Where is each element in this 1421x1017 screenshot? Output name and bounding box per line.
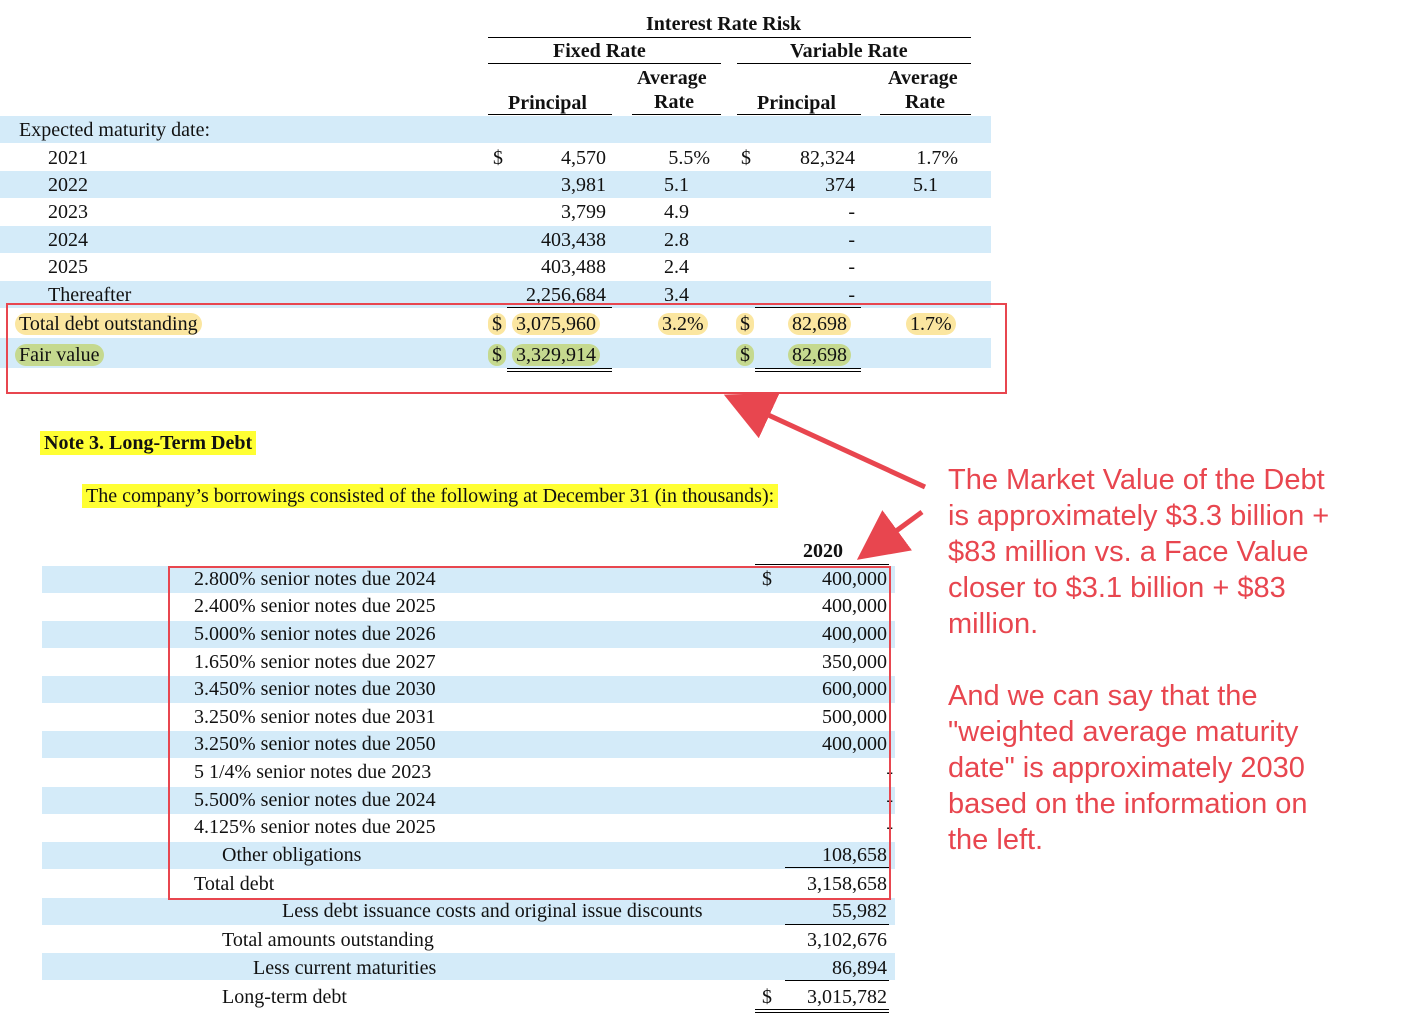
annotation-line: the left. (948, 824, 1044, 856)
annotation-line: $83 million vs. a Face Value (948, 536, 1309, 568)
arrow-to-fair-value (723, 392, 927, 490)
annotation-line: "weighted average maturity (948, 716, 1299, 748)
annotation-line: date" is approximately 2030 (948, 752, 1305, 784)
annotation-line: million. (948, 608, 1039, 640)
annotation-line: is approximately $3.3 billion + (948, 500, 1330, 532)
arrow-to-notes-table (856, 509, 924, 560)
annotation-line: based on the information on (948, 788, 1308, 820)
annotation-line: closer to $3.1 billion + $83 (948, 572, 1286, 604)
annotation-line: And we can say that the (948, 680, 1258, 712)
annotation-line: The Market Value of the Debt (948, 464, 1325, 496)
